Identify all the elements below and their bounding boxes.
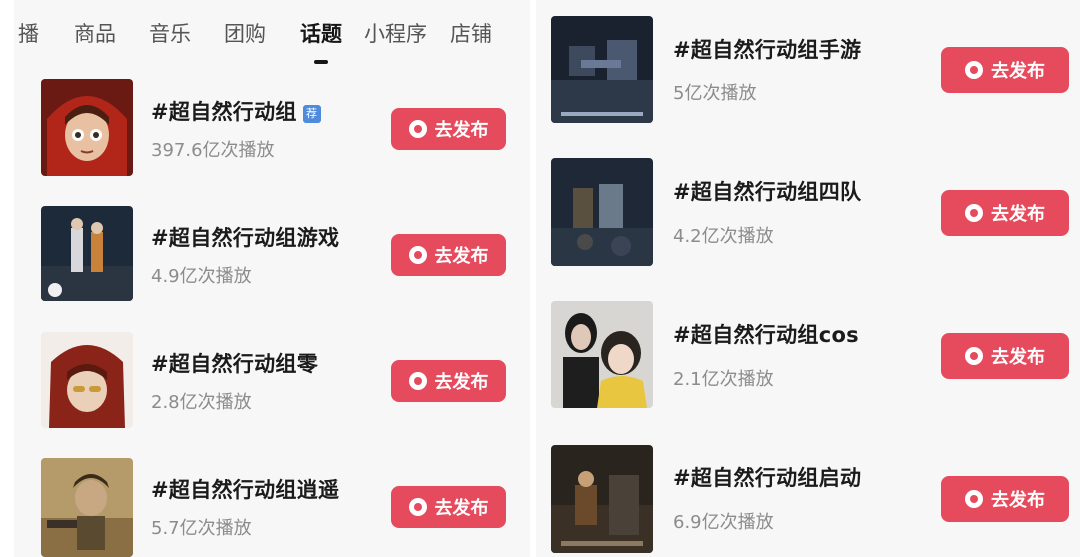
topic-play-count: 5.7亿次播放 <box>151 518 252 539</box>
publish-button[interactable]: 去发布 <box>941 47 1069 93</box>
cosplay-photo-thumbnail <box>551 301 653 408</box>
camera-icon <box>965 204 983 222</box>
topic-title: #超自然行动组启动 <box>673 466 862 490</box>
topic-play-count: 4.9亿次播放 <box>151 266 252 287</box>
camera-icon <box>408 498 427 516</box>
publish-button[interactable]: 去发布 <box>391 234 506 276</box>
character-portrait-thumbnail <box>41 332 133 428</box>
tab-group-buy[interactable]: 团购 <box>224 18 266 48</box>
tab-topics[interactable]: 话题 <box>300 18 342 48</box>
camera-icon <box>965 347 983 365</box>
topic-title: #超自然行动组荐 <box>151 96 321 126</box>
tab-bar: 播 商品 音乐 团购 话题 小程序 店铺 <box>0 0 530 70</box>
topic-play-count: 2.8亿次播放 <box>151 392 252 413</box>
tab-live[interactable]: 播 <box>18 18 39 48</box>
game-scene-thumbnail <box>551 158 653 266</box>
publish-button[interactable]: 去发布 <box>391 108 506 150</box>
tab-products[interactable]: 商品 <box>74 18 116 48</box>
topic-play-count: 6.9亿次播放 <box>673 512 774 533</box>
tab-music[interactable]: 音乐 <box>149 18 191 48</box>
topic-title: #超自然行动组手游 <box>673 38 862 62</box>
active-tab-indicator <box>314 60 328 64</box>
camera-icon <box>408 120 427 138</box>
topic-title: #超自然行动组四队 <box>673 180 862 204</box>
topic-title: #超自然行动组游戏 <box>151 226 340 250</box>
publish-button[interactable]: 去发布 <box>941 190 1069 236</box>
character-portrait-thumbnail <box>41 458 133 557</box>
topic-title: #超自然行动组零 <box>151 352 318 376</box>
topic-play-count: 2.1亿次播放 <box>673 369 774 390</box>
camera-icon <box>408 372 427 390</box>
topic-play-count: 5亿次播放 <box>673 83 757 104</box>
topic-play-count: 4.2亿次播放 <box>673 226 774 247</box>
camera-icon <box>965 61 983 79</box>
game-scene-thumbnail <box>41 206 133 301</box>
red-hood-character-thumbnail <box>41 79 133 176</box>
publish-button[interactable]: 去发布 <box>391 360 506 402</box>
publish-button[interactable]: 去发布 <box>941 476 1069 522</box>
camera-icon <box>965 490 983 508</box>
topic-title: #超自然行动组逍遥 <box>151 478 340 502</box>
publish-button[interactable]: 去发布 <box>941 333 1069 379</box>
topic-title: #超自然行动组cos <box>673 323 859 347</box>
topic-play-count: 397.6亿次播放 <box>151 140 275 161</box>
recommended-badge: 荐 <box>302 105 321 123</box>
camera-icon <box>408 246 427 264</box>
publish-button[interactable]: 去发布 <box>391 486 506 528</box>
tab-mini-program[interactable]: 小程序 <box>364 18 427 48</box>
tab-store[interactable]: 店铺 <box>450 18 492 48</box>
game-scene-thumbnail <box>551 16 653 123</box>
game-scene-thumbnail <box>551 445 653 553</box>
